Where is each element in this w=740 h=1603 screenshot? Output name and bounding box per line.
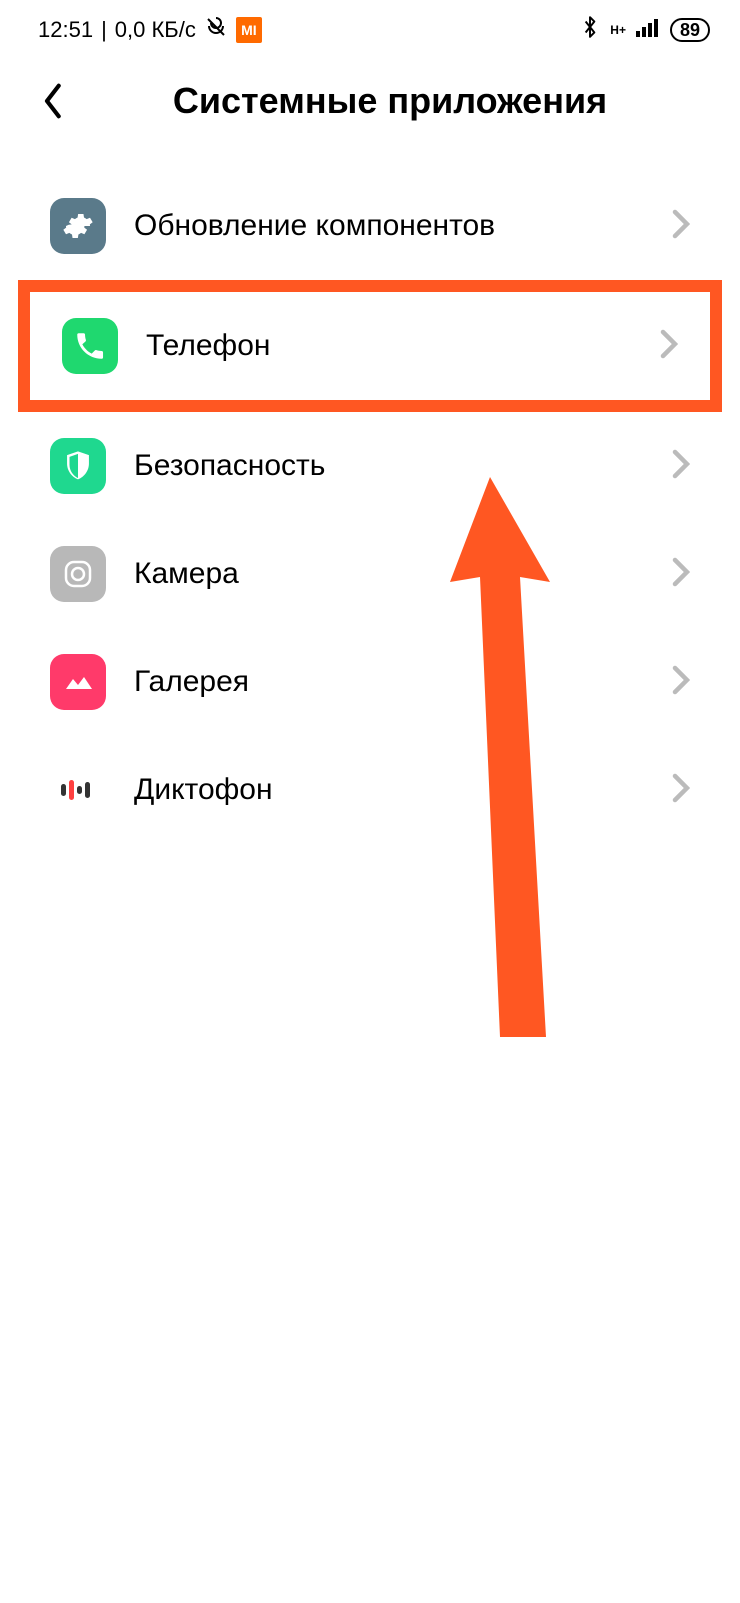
mi-badge-icon: MI xyxy=(236,17,262,43)
chevron-right-icon xyxy=(672,209,690,244)
signal-icon xyxy=(636,17,660,43)
battery-indicator: 89 xyxy=(670,18,710,42)
status-time: 12:51 xyxy=(38,17,93,43)
chevron-right-icon xyxy=(672,449,690,484)
item-label: Галерея xyxy=(134,665,644,699)
list-item-camera[interactable]: Камера xyxy=(0,520,740,628)
chevron-right-icon xyxy=(672,557,690,592)
recorder-icon xyxy=(50,762,106,818)
item-label: Безопасность xyxy=(134,449,644,483)
item-label: Диктофон xyxy=(134,773,644,807)
chevron-right-icon xyxy=(672,773,690,808)
shield-icon xyxy=(50,438,106,494)
phone-icon xyxy=(62,318,118,374)
status-left: 12:51 | 0,0 КБ/с MI xyxy=(38,15,262,45)
list-item-security[interactable]: Безопасность xyxy=(0,412,740,520)
status-bar: 12:51 | 0,0 КБ/с MI H+ 89 xyxy=(0,0,740,50)
item-label: Обновление компонентов xyxy=(134,209,644,243)
chevron-right-icon xyxy=(672,665,690,700)
list-item-gallery[interactable]: Галерея xyxy=(0,628,740,736)
list-item-phone[interactable]: Телефон xyxy=(18,280,722,412)
list-item-updater[interactable]: Обновление компонентов xyxy=(0,172,740,280)
network-type: H+ xyxy=(610,23,626,37)
app-list: Обновление компонентов Телефон Безопасно… xyxy=(0,142,740,844)
chevron-right-icon xyxy=(660,329,678,364)
bluetooth-icon xyxy=(580,15,600,45)
status-right: H+ 89 xyxy=(580,15,710,45)
gallery-icon xyxy=(50,654,106,710)
list-item-recorder[interactable]: Диктофон xyxy=(0,736,740,844)
page-header: Системные приложения xyxy=(0,50,740,142)
camera-icon xyxy=(50,546,106,602)
page-title: Системные приложения xyxy=(80,80,700,122)
item-label: Телефон xyxy=(146,329,632,363)
item-label: Камера xyxy=(134,557,644,591)
mute-icon xyxy=(204,15,228,45)
back-button[interactable] xyxy=(40,81,84,121)
gear-icon xyxy=(50,198,106,254)
status-net-speed: 0,0 КБ/с xyxy=(115,17,196,43)
